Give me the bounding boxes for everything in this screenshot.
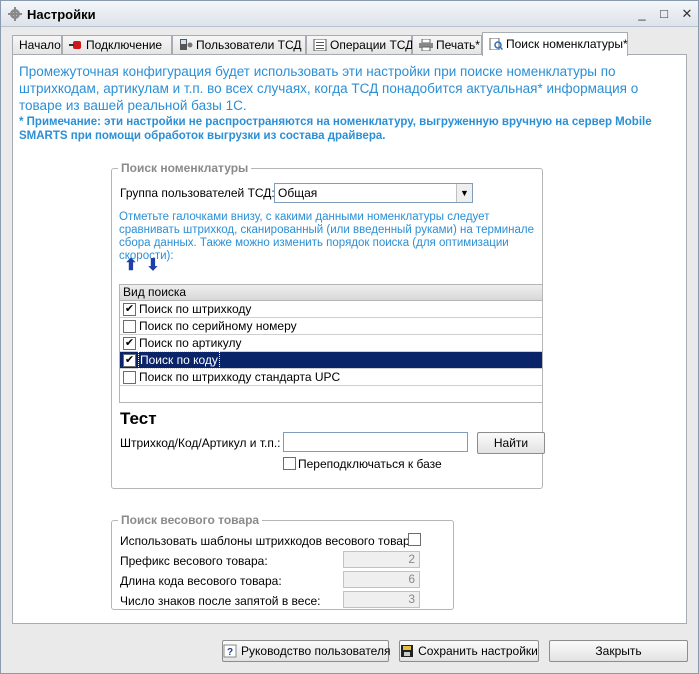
item-search-group: Поиск номенклатуры Группа пользователей … <box>111 161 545 489</box>
row-label: Поиск по штрихкоду стандарта UPC <box>139 370 341 384</box>
tab-label: Подключение <box>86 38 163 52</box>
tab-label: Поиск номенклатуры* <box>506 37 628 51</box>
row-label: Поиск по штрихкоду <box>139 302 252 316</box>
decimals-label: Число знаков после запятой в весе: <box>120 594 321 608</box>
row-checkbox[interactable] <box>123 320 136 333</box>
tab-label: Операции ТСД <box>330 38 414 52</box>
test-heading: Тест <box>120 409 157 428</box>
tab-label: Начало <box>19 38 61 52</box>
gear-icon <box>8 7 22 21</box>
tab-start[interactable]: Начало <box>12 35 62 55</box>
users-device-icon <box>180 39 193 50</box>
search-type-table: Вид поиска ✔ Поиск по штрихкоду Поиск по… <box>119 284 543 403</box>
tab-label: Печать* <box>436 38 480 52</box>
test-input-label: Штрихкод/Код/Артикул и т.п.: <box>120 436 281 450</box>
reconnect-label: Переподключаться к базе <box>298 457 442 471</box>
tab-item-search[interactable]: Поиск номенклатуры* <box>482 32 628 56</box>
tab-panel-item-search: Промежуточная конфигурация будет использ… <box>12 54 687 624</box>
window-title: Настройки <box>27 7 96 22</box>
close-button[interactable]: Закрыть <box>549 640 688 662</box>
row-checkbox[interactable] <box>123 371 136 384</box>
group-legend: Поиск номенклатуры <box>118 161 252 175</box>
use-templates-checkbox[interactable] <box>408 533 421 546</box>
tab-print[interactable]: Печать* <box>412 35 482 55</box>
printer-icon <box>419 39 433 51</box>
row-checkbox[interactable]: ✔ <box>123 354 136 367</box>
table-row[interactable]: Поиск по серийному номеру <box>120 318 542 335</box>
move-down-button[interactable]: ⬇ <box>146 257 160 275</box>
title-bar: Настройки _ □ ✕ <box>1 1 698 27</box>
prefix-label: Префикс весового товара: <box>120 554 268 568</box>
search-hint: Отметьте галочками внизу, с какими данны… <box>119 211 535 262</box>
decimals-field[interactable]: 3 <box>343 591 420 608</box>
user-group-select[interactable]: Общая ▼ <box>274 183 473 203</box>
reconnect-checkbox[interactable] <box>283 457 296 470</box>
move-up-button[interactable]: ⬆ <box>124 257 138 275</box>
find-button[interactable]: Найти <box>477 432 545 454</box>
tab-device-operations[interactable]: Операции ТСД <box>306 35 414 55</box>
row-label: Поиск по коду <box>138 351 220 369</box>
help-icon: ? <box>223 644 237 658</box>
svg-text:?: ? <box>227 647 233 658</box>
weight-search-group: Поиск весового товара Использовать шабло… <box>111 513 454 610</box>
close-window-button[interactable]: ✕ <box>678 6 696 22</box>
code-length-label: Длина кода весового товара: <box>120 574 282 588</box>
maximize-button[interactable]: □ <box>655 6 673 22</box>
row-label: Поиск по серийному номеру <box>139 319 297 333</box>
user-group-value: Общая <box>278 186 318 200</box>
group-legend: Поиск весового товара <box>118 513 263 527</box>
intro-text: Промежуточная конфигурация будет использ… <box>19 64 639 113</box>
use-templates-label: Использовать шаблоны штрихкодов весового… <box>120 534 417 548</box>
table-row[interactable]: ✔ Поиск по штрихкоду <box>120 301 542 318</box>
code-length-field[interactable]: 6 <box>343 571 420 588</box>
settings-window: Настройки _ □ ✕ Начало Подключение Польз… <box>0 0 699 674</box>
tab-device-users[interactable]: Пользователи ТСД <box>172 35 306 55</box>
table-header: Вид поиска <box>120 285 542 301</box>
minimize-button[interactable]: _ <box>633 6 651 22</box>
save-settings-button[interactable]: Сохранить настройки <box>399 640 539 662</box>
button-label: Сохранить настройки <box>418 644 538 658</box>
button-label: Руководство пользователя <box>241 644 391 658</box>
user-group-label: Группа пользователей ТСД: <box>120 186 275 200</box>
table-row[interactable]: ✔ Поиск по артикулу <box>120 335 542 352</box>
note-text: * Примечание: эти настройки не распростр… <box>19 116 652 142</box>
chevron-down-icon[interactable]: ▼ <box>456 184 472 202</box>
save-icon <box>401 645 414 657</box>
barcode-test-input[interactable] <box>283 432 468 452</box>
row-checkbox[interactable]: ✔ <box>123 337 136 350</box>
prefix-field[interactable]: 2 <box>343 551 420 568</box>
tab-connection[interactable]: Подключение <box>62 35 172 55</box>
row-label: Поиск по артикулу <box>139 336 242 350</box>
row-checkbox[interactable]: ✔ <box>123 303 136 316</box>
search-doc-icon <box>489 38 503 50</box>
list-icon <box>313 39 327 51</box>
user-manual-button[interactable]: ? Руководство пользователя <box>222 640 391 662</box>
table-row-selected[interactable]: ✔ Поиск по коду <box>120 351 542 369</box>
plug-icon <box>69 41 81 49</box>
tab-label: Пользователи ТСД <box>196 38 302 52</box>
table-row[interactable]: Поиск по штрихкоду стандарта UPC <box>120 369 542 386</box>
